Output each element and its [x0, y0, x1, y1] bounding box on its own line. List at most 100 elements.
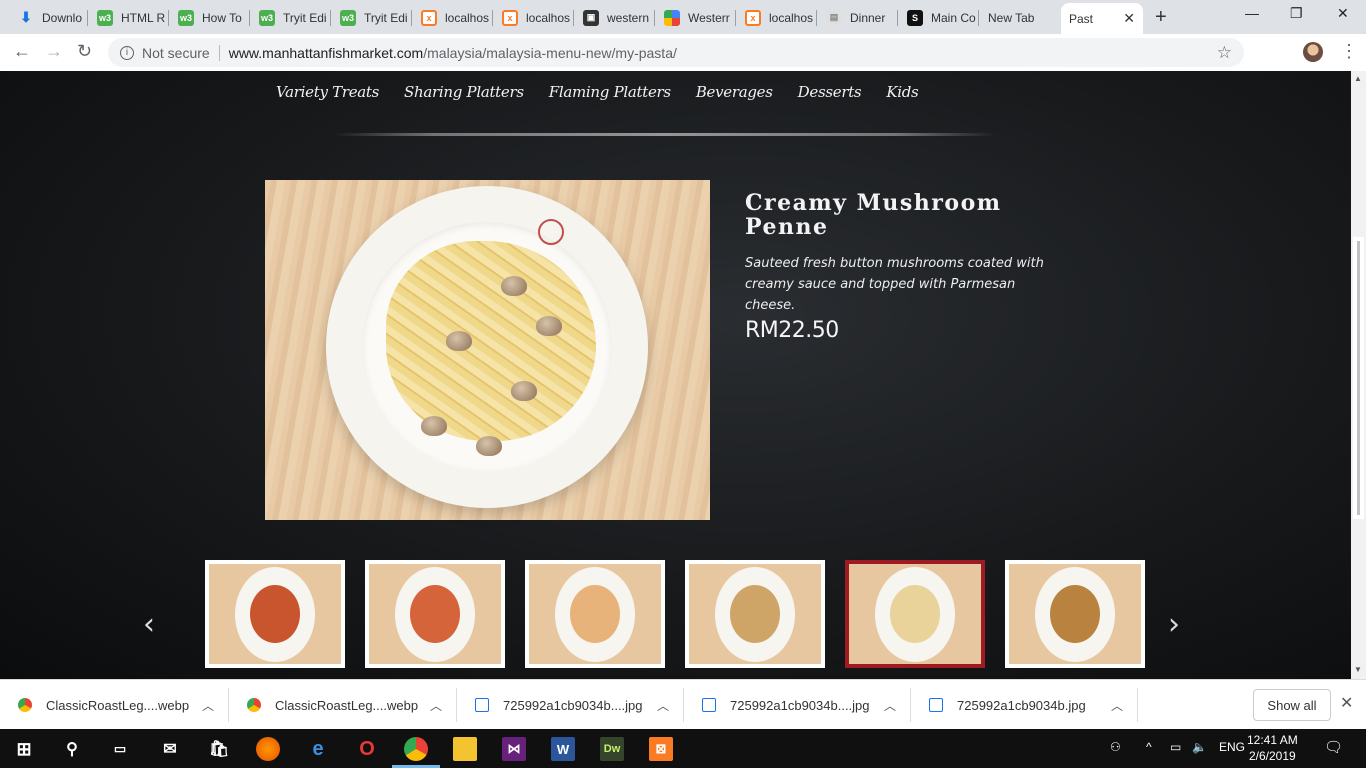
page-scrollbar[interactable]: ▲ ▼ [1351, 71, 1366, 679]
dreamweaver-icon[interactable]: Dw [600, 737, 624, 761]
tab-main-course[interactable]: S Main Co [899, 5, 979, 30]
clock[interactable]: 12:41 AM 2/6/2019 [1247, 732, 1298, 764]
thumb-food [410, 585, 460, 643]
tab-new-tab[interactable]: New Tab [980, 5, 1060, 30]
tab-label: New Tab [988, 10, 1035, 25]
download-item[interactable]: 725992a1cb9034b.jpg ︿ [911, 688, 1138, 722]
close-tab-icon[interactable]: ✕ [1123, 10, 1135, 27]
chrome-icon[interactable] [404, 737, 428, 761]
word-icon[interactable]: W [551, 737, 575, 761]
image-file-icon [702, 698, 716, 712]
scroll-up-icon[interactable]: ▲ [1354, 74, 1362, 83]
show-all-button[interactable]: Show all [1253, 689, 1331, 721]
download-item[interactable]: 725992a1cb9034b....jpg ︿ [457, 688, 684, 722]
download-filename: ClassicRoastLeg....webp [275, 697, 419, 713]
store-icon[interactable]: 🛍 [207, 737, 231, 761]
tab-label: Tryit Edi [283, 10, 327, 25]
maximize-icon[interactable]: ❐ [1290, 5, 1303, 22]
tab-label: Dinner [850, 10, 886, 25]
chevron-up-icon[interactable]: ︿ [1111, 697, 1123, 714]
image-file-icon [475, 698, 489, 712]
chevron-up-icon[interactable]: ︿ [430, 697, 442, 714]
carousel-thumb-tomato-spaghetti[interactable] [365, 560, 505, 668]
scrollbar-thumb[interactable] [1353, 237, 1364, 519]
image-file-icon [929, 698, 943, 712]
tab-localhost-3[interactable]: x localhos [737, 5, 817, 30]
battery-icon[interactable]: ▭ [1170, 740, 1181, 754]
tab-localhost-1[interactable]: x localhos [413, 5, 493, 30]
info-icon[interactable]: i [120, 45, 134, 60]
tab-label: Tryit Edi [364, 10, 408, 25]
address-bar[interactable]: i Not secure www.manhattanfishmarket.com… [108, 38, 1244, 67]
bookmark-star-icon[interactable]: ☆ [1217, 43, 1232, 63]
tab-dinner[interactable]: ▤ Dinner [818, 5, 898, 30]
dish-photo [265, 180, 710, 520]
carousel-prev-button[interactable]: ‹ [143, 607, 155, 642]
download-item[interactable]: ClassicRoastLeg....webp ︿ [229, 688, 457, 722]
plate [326, 186, 648, 508]
carousel-thumb-shrimp-spaghetti[interactable] [525, 560, 665, 668]
nav-kids[interactable]: Kids [886, 83, 918, 101]
download-filename: 725992a1cb9034b....jpg [730, 697, 870, 713]
firefox-icon[interactable] [256, 737, 280, 761]
chevron-up-icon[interactable]: ^ [1146, 740, 1152, 754]
search-icon[interactable]: ⚲ [60, 737, 84, 761]
carousel-thumb-vegetable-pasta[interactable] [1005, 560, 1145, 668]
chevron-up-icon[interactable]: ︿ [657, 697, 669, 714]
notifications-icon[interactable]: 🗨 [1324, 738, 1343, 756]
dish-price: RM22.50 [745, 318, 839, 343]
back-arrow-icon[interactable]: ← [13, 41, 31, 62]
language-indicator[interactable]: ENG [1219, 740, 1245, 754]
xampp-icon: x [421, 9, 437, 26]
thumb-food [250, 585, 300, 643]
file-explorer-icon[interactable] [453, 737, 477, 761]
xampp-icon: x [745, 9, 761, 26]
tab-label: Past [1069, 11, 1094, 26]
edge-icon[interactable]: e [306, 737, 330, 761]
tab-western-slides[interactable]: Westerr [656, 5, 736, 30]
minimize-icon[interactable]: — [1245, 5, 1259, 21]
thumb-food [1050, 585, 1100, 643]
dish-description: Sauteed fresh button mushrooms coated wi… [745, 256, 1044, 313]
chevron-up-icon[interactable]: ︿ [202, 697, 214, 714]
forward-arrow-icon[interactable]: → [45, 41, 63, 62]
reload-icon[interactable]: ↻ [77, 41, 92, 62]
tab-localhost-2[interactable]: x localhos [494, 5, 574, 30]
carousel-thumb-creamy-mushroom-penne[interactable] [845, 560, 985, 668]
tab-downloads[interactable]: ⬇ Downlo [10, 5, 88, 30]
menu-dots-icon[interactable]: ⋮ [1340, 41, 1358, 62]
people-icon[interactable]: ⚇ [1110, 740, 1121, 754]
nav-beverages[interactable]: Beverages [696, 83, 773, 101]
carousel-thumb-mussel-spaghetti[interactable] [685, 560, 825, 668]
nav-desserts[interactable]: Desserts [798, 83, 862, 101]
carousel-thumb-seafood-pasta-red[interactable] [205, 560, 345, 668]
tab-label: Main Co [931, 10, 976, 25]
download-item[interactable]: 725992a1cb9034b....jpg ︿ [684, 688, 911, 722]
nav-variety-treats[interactable]: Variety Treats [276, 83, 379, 101]
nav-sharing-platters[interactable]: Sharing Platters [404, 83, 524, 101]
close-download-shelf-icon[interactable]: ✕ [1340, 693, 1353, 713]
thumb-food [890, 585, 940, 643]
scroll-down-icon[interactable]: ▼ [1354, 665, 1362, 674]
profile-avatar[interactable] [1303, 42, 1323, 62]
volume-icon[interactable]: 🔈 [1192, 740, 1207, 754]
nav-flaming-platters[interactable]: Flaming Platters [549, 83, 671, 101]
w3schools-icon: w3 [178, 9, 194, 26]
tab-tryit-editor-2[interactable]: w3 Tryit Edi [332, 5, 412, 30]
mail-icon[interactable]: ✉ [158, 737, 182, 761]
windows-start-icon[interactable]: ⊞ [12, 737, 36, 761]
tab-html-reference[interactable]: w3 HTML R [89, 5, 169, 30]
xampp-icon[interactable]: ⊠ [649, 737, 673, 761]
window-close-icon[interactable]: ✕ [1337, 5, 1349, 22]
task-view-icon[interactable]: ▭ [108, 737, 132, 761]
carousel-next-button[interactable]: › [1168, 607, 1180, 642]
tab-pasta-active[interactable]: Past ✕ [1061, 3, 1143, 34]
chevron-up-icon[interactable]: ︿ [884, 697, 896, 714]
opera-icon[interactable]: O [355, 737, 379, 761]
tab-tryit-editor-1[interactable]: w3 Tryit Edi [251, 5, 331, 30]
download-item[interactable]: ClassicRoastLeg....webp ︿ [0, 688, 229, 722]
tab-how-to[interactable]: w3 How To [170, 5, 250, 30]
tab-western[interactable]: ▣ western [575, 5, 655, 30]
visual-studio-icon[interactable]: ⋈ [502, 737, 526, 761]
new-tab-button[interactable]: + [1155, 6, 1167, 29]
